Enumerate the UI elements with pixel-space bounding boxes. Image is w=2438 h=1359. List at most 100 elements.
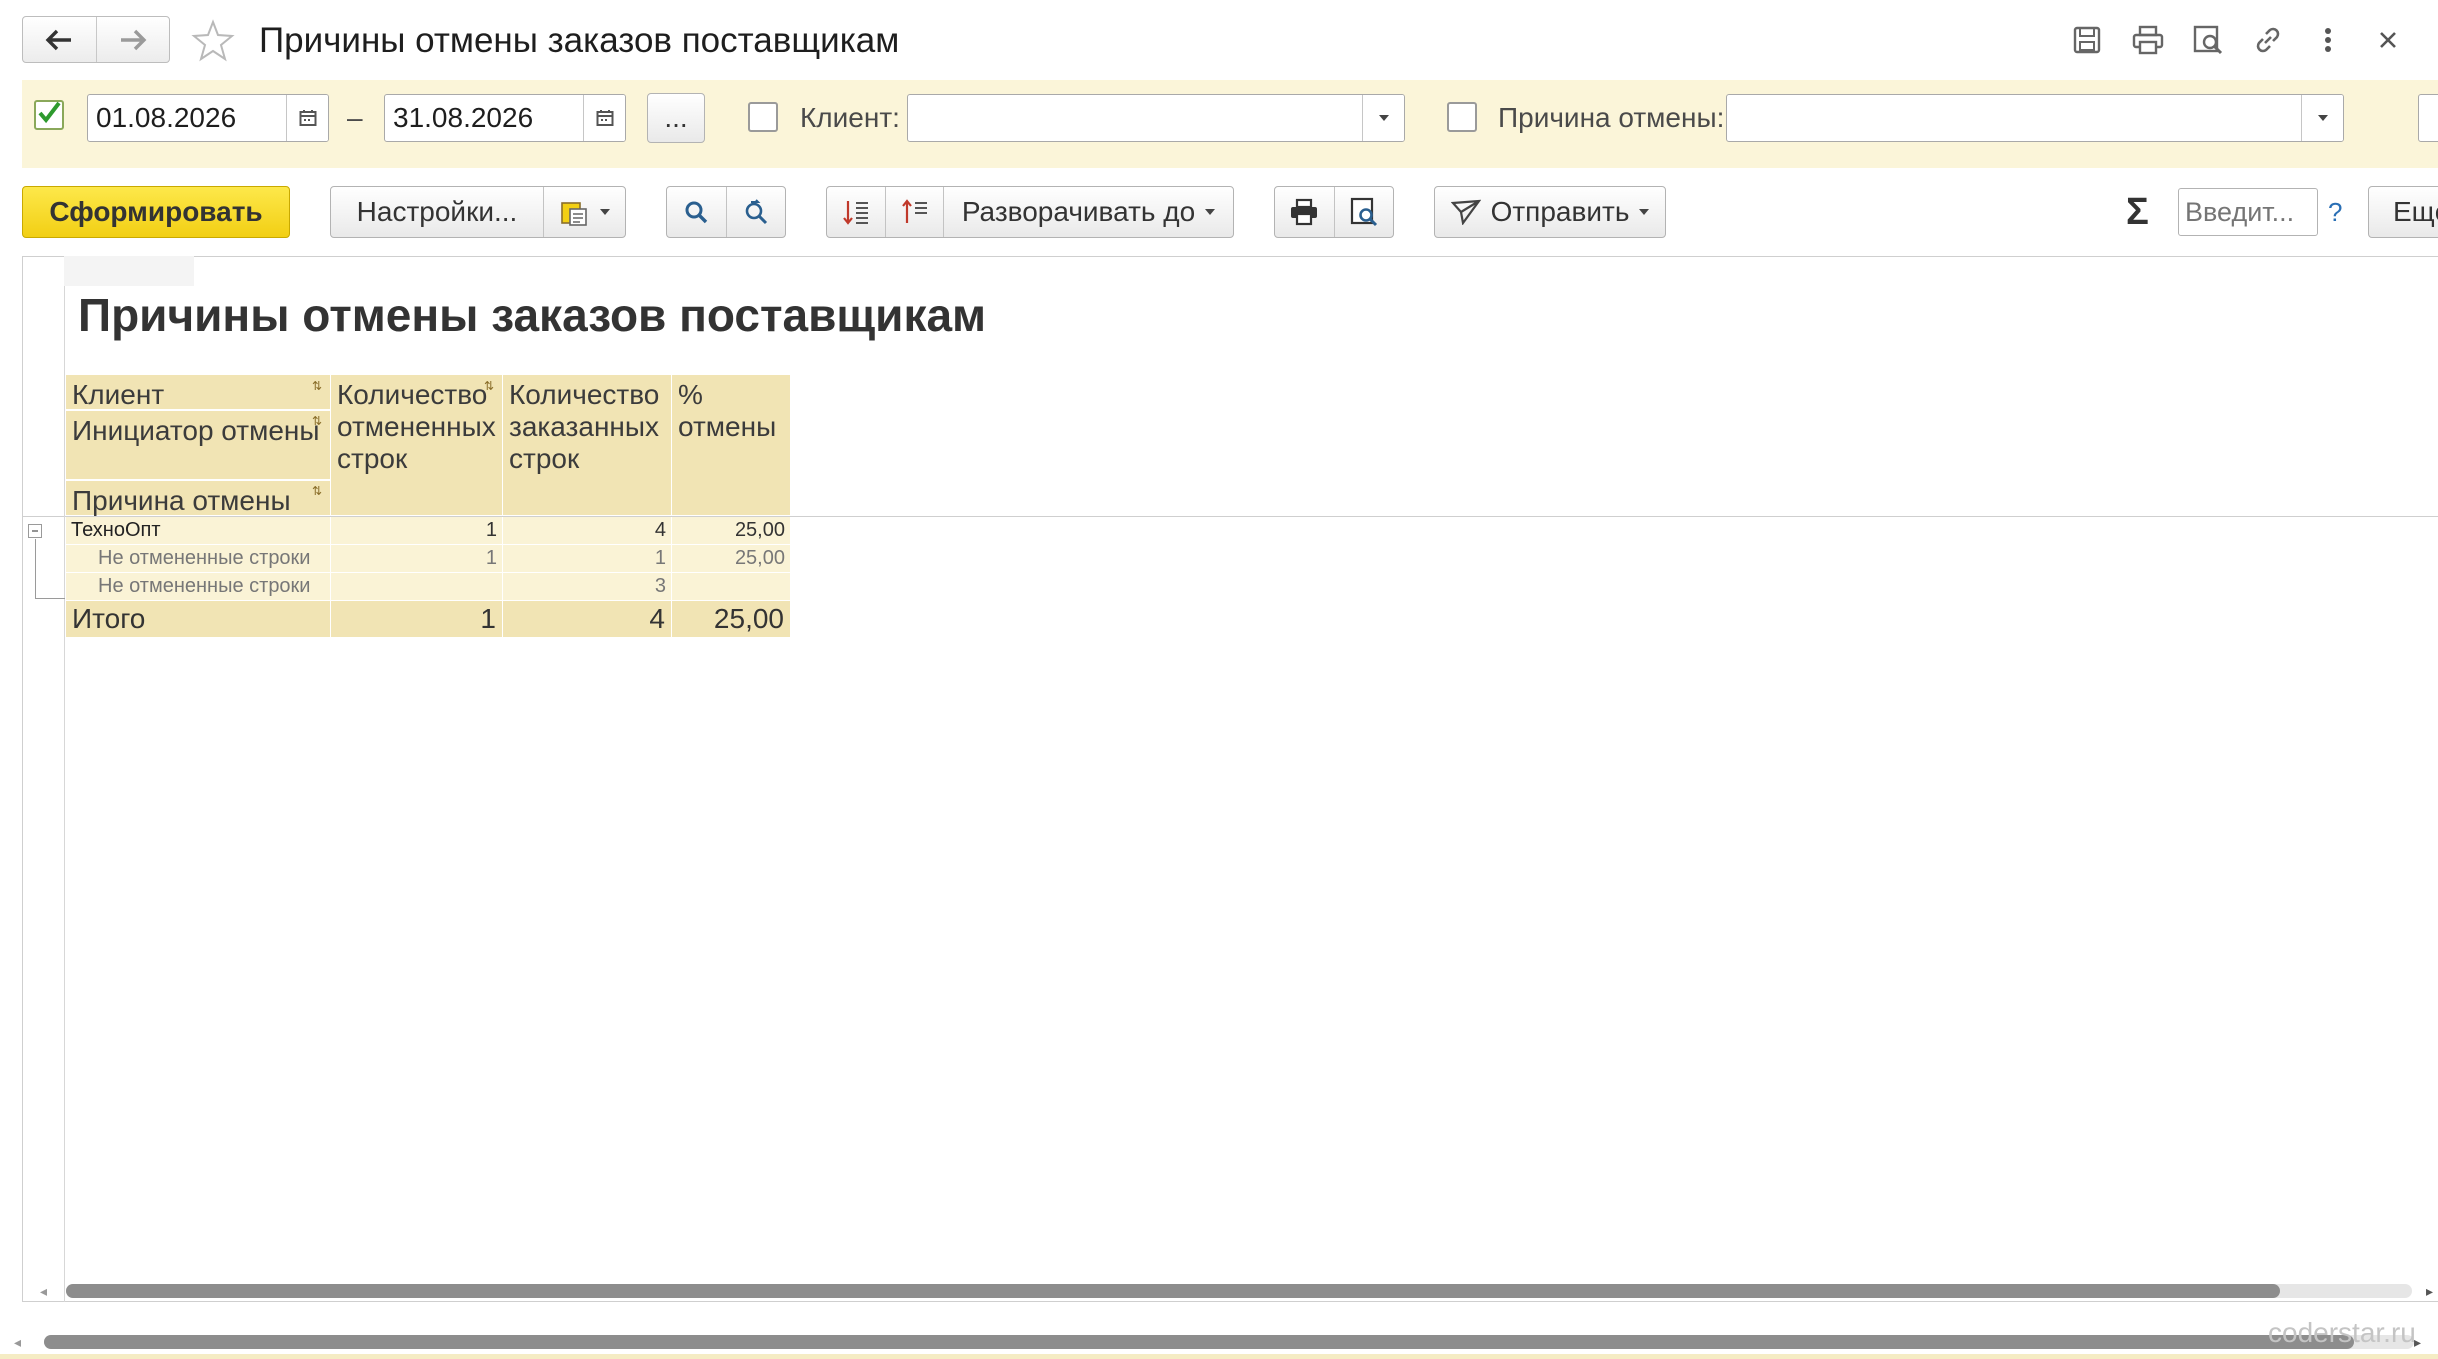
- print-icon: [2132, 25, 2164, 55]
- send-button[interactable]: Отправить: [1434, 186, 1666, 238]
- bottom-edge: [0, 1354, 2438, 1359]
- more-actions-button[interactable]: Ещё: [2368, 186, 2438, 238]
- header-cancel-percent[interactable]: % отмены: [672, 375, 790, 515]
- collapse-all-button[interactable]: [885, 187, 943, 237]
- row-percent[interactable]: 25,00: [672, 517, 790, 545]
- row-percent[interactable]: [672, 573, 790, 601]
- collapse-icon: [901, 199, 927, 223]
- row-percent[interactable]: 25,00: [672, 545, 790, 573]
- reason-field[interactable]: [1726, 94, 2344, 142]
- save-icon: [2073, 26, 2101, 54]
- date-to-value: 31.08.2026: [393, 102, 534, 133]
- total-percent[interactable]: 25,00: [672, 601, 790, 637]
- settings-button-group: Настройки...: [330, 186, 626, 238]
- chevron-down-icon: [1205, 209, 1216, 215]
- variant-menu-button[interactable]: [543, 187, 625, 237]
- navigation-buttons: [22, 16, 170, 63]
- date-from-value: 01.08.2026: [96, 102, 237, 133]
- link-button[interactable]: [2250, 22, 2286, 58]
- header-cancelled-rows[interactable]: Количество отмененных строк: [331, 375, 502, 515]
- row-cancelled[interactable]: 1: [331, 517, 502, 545]
- reason-dropdown-button[interactable]: [2301, 95, 2343, 141]
- date-from-calendar-button[interactable]: [286, 95, 328, 141]
- chevron-down-icon: [599, 209, 610, 215]
- checkmark-icon: [38, 101, 61, 124]
- row-cancelled[interactable]: 1: [331, 545, 502, 573]
- find-next-button[interactable]: [725, 187, 785, 237]
- row-ordered[interactable]: 3: [503, 573, 671, 601]
- row-ordered[interactable]: 4: [503, 517, 671, 545]
- print-preview-button[interactable]: [1333, 187, 1393, 237]
- client-checkbox[interactable]: [748, 102, 778, 132]
- header-initiator[interactable]: Инициатор отмены: [66, 411, 330, 479]
- report-corner: [64, 256, 194, 286]
- generate-button[interactable]: Сформировать: [22, 186, 290, 238]
- search-button-group: [666, 186, 786, 238]
- chevron-down-icon: [1378, 115, 1389, 121]
- date-to-calendar-button[interactable]: [583, 95, 625, 141]
- settings-button[interactable]: Настройки...: [331, 187, 543, 237]
- scroll-left-icon[interactable]: ◂: [40, 1284, 47, 1298]
- report-scrollbar-thumb[interactable]: [66, 1284, 2280, 1298]
- reason-checkbox[interactable]: [1447, 102, 1477, 132]
- save-button[interactable]: [2069, 22, 2105, 58]
- total-ordered[interactable]: 4: [503, 601, 671, 637]
- period-checkbox[interactable]: [34, 100, 64, 130]
- preview-button[interactable]: [2190, 22, 2226, 58]
- date-from-field[interactable]: 01.08.2026: [87, 94, 329, 142]
- scroll-left-icon[interactable]: ◂: [14, 1335, 21, 1349]
- back-button[interactable]: [23, 17, 97, 62]
- total-label[interactable]: Итого: [66, 601, 330, 637]
- row-label[interactable]: Не отмененные строки: [66, 573, 330, 601]
- scroll-right-icon[interactable]: ▸: [2426, 1284, 2433, 1298]
- row-cancelled[interactable]: [331, 573, 502, 601]
- more-menu-button[interactable]: [2310, 22, 2346, 58]
- chevron-down-icon: [1639, 209, 1650, 215]
- expand-to-button[interactable]: Разворачивать до: [943, 187, 1233, 237]
- link-icon: [2256, 27, 2280, 53]
- report-title: Причины отмены заказов поставщикам: [78, 289, 987, 341]
- header-ordered-rows[interactable]: Количество заказанных строк: [503, 375, 671, 515]
- expand-button-group: Разворачивать до: [826, 186, 1234, 238]
- extra-filter-field[interactable]: [2418, 94, 2438, 142]
- total-cancelled[interactable]: 1: [331, 601, 502, 637]
- print-button[interactable]: [2130, 22, 2166, 58]
- preview-icon: [1350, 197, 1378, 227]
- reason-label: Причина отмены:: [1498, 102, 1725, 133]
- client-field[interactable]: [907, 94, 1405, 142]
- expand-icon: [843, 201, 868, 225]
- expand-all-button[interactable]: [827, 187, 885, 237]
- star-icon: [191, 19, 235, 62]
- print-button-group: [1274, 186, 1394, 238]
- send-icon: [1450, 199, 1481, 225]
- client-label: Клиент:: [800, 102, 900, 133]
- period-select-button[interactable]: ...: [647, 93, 705, 143]
- sort-icon: ⇅: [312, 379, 323, 393]
- calendar-icon: [596, 110, 613, 126]
- row-label[interactable]: Не отмененные строки: [66, 545, 330, 573]
- sum-button[interactable]: Σ: [2126, 188, 2149, 236]
- help-button[interactable]: ?: [2328, 188, 2342, 236]
- window-scrollbar-thumb[interactable]: [44, 1335, 2354, 1349]
- header-client[interactable]: Клиент: [66, 375, 330, 410]
- close-button[interactable]: [2370, 22, 2406, 58]
- date-range-dash: –: [347, 102, 363, 133]
- sort-icon: ⇅: [484, 379, 495, 393]
- collapse-group-toggle[interactable]: [28, 524, 42, 538]
- row-ordered[interactable]: 1: [503, 545, 671, 573]
- favorite-star-button[interactable]: [190, 18, 236, 64]
- sort-icon: ⇅: [312, 484, 323, 498]
- find-button[interactable]: [667, 187, 726, 237]
- watermark: coderstar.ru: [2268, 1317, 2416, 1348]
- preview-icon: [2193, 25, 2223, 55]
- sum-input[interactable]: [2178, 188, 2318, 236]
- client-dropdown-button[interactable]: [1362, 95, 1404, 141]
- date-to-field[interactable]: 31.08.2026: [384, 94, 626, 142]
- forward-arrow-icon: [120, 29, 147, 50]
- report-variants-icon: [560, 202, 587, 226]
- forward-button[interactable]: [97, 17, 170, 62]
- print-report-button[interactable]: [1275, 187, 1334, 237]
- calendar-icon: [299, 110, 316, 126]
- row-label[interactable]: ТехноОпт: [66, 517, 330, 545]
- header-reason[interactable]: Причина отмены: [66, 481, 330, 516]
